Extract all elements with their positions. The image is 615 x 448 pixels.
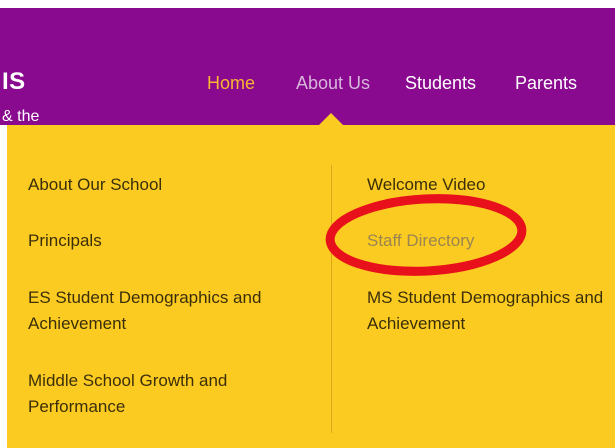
menu-principals[interactable]: Principals [28,228,318,254]
nav-about-us[interactable]: About Us [296,73,370,94]
site-logo-text[interactable]: IS [2,68,26,96]
dropdown-caret [319,113,343,125]
site-tagline: & the [2,108,40,125]
menu-welcome-video[interactable]: Welcome Video [367,172,607,198]
nav-home[interactable]: Home [207,73,255,94]
column-divider [331,165,332,433]
menu-es-student-demographics[interactable]: ES Student Demographics and Achievement [28,285,313,337]
menu-staff-directory[interactable]: Staff Directory [367,228,607,254]
nav-parents[interactable]: Parents [515,73,577,94]
menu-ms-student-demographics[interactable]: MS Student Demographics and Achievement [367,285,607,337]
top-strip [0,0,615,8]
nav-students[interactable]: Students [405,73,476,94]
site-header: IS & the Home About Us Students Parents [0,0,615,125]
menu-middle-school-growth[interactable]: Middle School Growth and Performance [28,368,288,420]
menu-about-our-school[interactable]: About Our School [28,172,318,198]
